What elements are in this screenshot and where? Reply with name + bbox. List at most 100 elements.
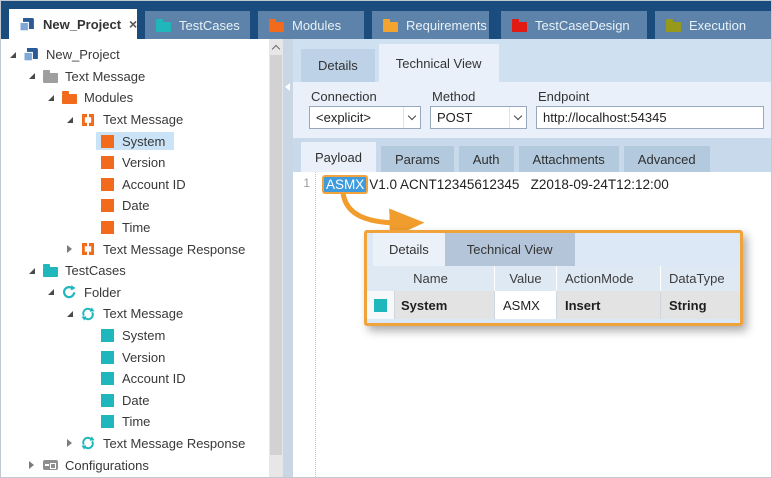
- sync-teal-icon: [80, 307, 96, 321]
- tree-item-testcases[interactable]: TestCases: [1, 260, 269, 282]
- tab-label: Modules: [292, 18, 341, 33]
- detail-tab-strip: DetailsTechnical View: [293, 39, 771, 82]
- tree-item-content: Account ID: [96, 370, 195, 388]
- app-window: New_Project × TestCases Modules Requiremen…: [0, 0, 772, 478]
- scrollbar-up-arrow-icon[interactable]: [269, 39, 283, 55]
- payload-tab-auth[interactable]: Auth: [459, 146, 514, 172]
- expander-collapsed-icon[interactable]: [64, 439, 75, 447]
- refresh-teal-icon: [61, 285, 77, 299]
- tree-item-label: Time: [122, 414, 150, 429]
- payload-tab-strip: PayloadParamsAuthAttachmentsAdvanced: [293, 138, 771, 172]
- connection-value: <explicit>: [310, 110, 403, 125]
- method-value: POST: [431, 110, 509, 125]
- tree-item-time[interactable]: Time: [1, 217, 269, 239]
- detail-callout: DetailsTechnical View NameValueActionMod…: [364, 230, 743, 326]
- detail-tab-technical-view[interactable]: Technical View: [379, 44, 499, 82]
- chevron-down-icon: [514, 112, 522, 120]
- sync-teal-icon: [80, 436, 96, 450]
- tree-item-modules[interactable]: Modules: [1, 87, 269, 109]
- tree-item-date[interactable]: Date: [1, 390, 269, 412]
- line-number: 1: [303, 176, 310, 190]
- square-teal-icon: [99, 415, 115, 428]
- payload-tab-advanced[interactable]: Advanced: [624, 146, 710, 172]
- folder-orange-icon: [61, 91, 77, 104]
- project-tree-panel: New_ProjectText MessageModulesText Messa…: [1, 39, 269, 478]
- connection-select[interactable]: <explicit>: [309, 106, 421, 129]
- endpoint-input[interactable]: http://localhost:54345: [536, 106, 764, 129]
- expander-collapsed-icon[interactable]: [26, 461, 37, 469]
- expander-collapsed-icon[interactable]: [64, 245, 75, 253]
- expander-expanded-icon[interactable]: [64, 311, 75, 317]
- payload-tab-attachments[interactable]: Attachments: [519, 146, 619, 172]
- expander-expanded-icon[interactable]: [64, 117, 75, 123]
- tree-item-label: Folder: [84, 285, 121, 300]
- tab-testcases[interactable]: TestCases: [145, 11, 250, 39]
- square-orange-icon: [99, 135, 115, 148]
- callout-tab-technical-view[interactable]: Technical View: [445, 233, 575, 266]
- tree-item-account-id[interactable]: Account ID: [1, 368, 269, 390]
- chevron-down-icon: [408, 112, 416, 120]
- callout-tab-details[interactable]: Details: [373, 233, 445, 266]
- endpoint-value: http://localhost:54345: [537, 110, 763, 125]
- square-teal-icon: [99, 372, 115, 385]
- tree-item-text-message-response[interactable]: Text Message Response: [1, 238, 269, 260]
- detail-tab-details[interactable]: Details: [301, 49, 375, 82]
- endpoint-label: Endpoint: [536, 86, 764, 106]
- payload-tab-params[interactable]: Params: [381, 146, 454, 172]
- tree-item-content: Version: [96, 154, 174, 172]
- tree-item-text-message[interactable]: Text Message: [1, 109, 269, 131]
- tree-item-version[interactable]: Version: [1, 346, 269, 368]
- scrollbar-thumb[interactable]: [270, 55, 282, 455]
- tree-item-label: New_Project: [46, 47, 120, 62]
- connection-dropdown-button[interactable]: [403, 107, 420, 128]
- tree-item-system[interactable]: System: [1, 325, 269, 347]
- tree-item-label: Date: [122, 393, 149, 408]
- tree-item-content: Time: [96, 219, 159, 237]
- folder-gray-icon: [42, 70, 58, 83]
- tree-item-system[interactable]: System: [1, 130, 269, 152]
- tree-item-content: New_Project: [20, 46, 129, 64]
- tree-item-content: Folder: [58, 283, 130, 301]
- tree-item-text-message[interactable]: Text Message: [1, 303, 269, 325]
- tree-item-text-message[interactable]: Text Message: [1, 66, 269, 88]
- module-orange-icon: [80, 242, 96, 256]
- folder-icon: [268, 19, 284, 32]
- method-select[interactable]: POST: [430, 106, 527, 129]
- tree-item-text-message-response[interactable]: Text Message Response: [1, 433, 269, 455]
- callout-table-header: NameValueActionModeDataType: [367, 266, 740, 291]
- folder-teal-icon: [42, 264, 58, 277]
- tab-requirements[interactable]: Requirements: [372, 11, 489, 39]
- tree-item-label: Text Message Response: [103, 242, 245, 257]
- tree-item-account-id[interactable]: Account ID: [1, 174, 269, 196]
- tree-item-label: Text Message: [103, 112, 183, 127]
- expander-expanded-icon[interactable]: [45, 289, 56, 295]
- tree-item-label: Version: [122, 155, 165, 170]
- tab-label: New_Project: [43, 17, 121, 32]
- expander-expanded-icon[interactable]: [26, 268, 37, 274]
- tree-item-configurations[interactable]: Configurations: [1, 454, 269, 476]
- document-tab-bar: New_Project × TestCases Modules Requiremen…: [1, 1, 771, 39]
- tree-item-folder[interactable]: Folder: [1, 282, 269, 304]
- tree-scrollbar[interactable]: [269, 39, 283, 478]
- expander-expanded-icon[interactable]: [26, 73, 37, 79]
- expander-expanded-icon[interactable]: [45, 95, 56, 101]
- expander-expanded-icon[interactable]: [7, 52, 18, 58]
- request-settings-section: Connection <explicit> Method POST Endpoi…: [293, 82, 771, 138]
- tree-item-time[interactable]: Time: [1, 411, 269, 433]
- tree-item-date[interactable]: Date: [1, 195, 269, 217]
- payload-text: V1.0 ACNT12345612345 Z2018-09-24T12:12:0…: [369, 177, 668, 192]
- tree-item-version[interactable]: Version: [1, 152, 269, 174]
- payload-tab-payload[interactable]: Payload: [301, 142, 376, 172]
- tab-modules[interactable]: Modules: [258, 11, 364, 39]
- collapse-left-icon[interactable]: [285, 83, 290, 91]
- method-dropdown-button[interactable]: [509, 107, 526, 128]
- tree-item-label: Account ID: [122, 371, 186, 386]
- square-teal-icon: [99, 394, 115, 407]
- tree-item-new_project[interactable]: New_Project: [1, 44, 269, 66]
- tab-execution[interactable]: Execution: [655, 11, 771, 39]
- table-row[interactable]: SystemASMXInsertString: [367, 291, 740, 319]
- tab-testcasedesign[interactable]: TestCaseDesign: [501, 11, 647, 39]
- tab-new-project[interactable]: New_Project ×: [9, 9, 137, 39]
- close-icon[interactable]: ×: [129, 17, 137, 31]
- panel-splitter[interactable]: [283, 39, 293, 478]
